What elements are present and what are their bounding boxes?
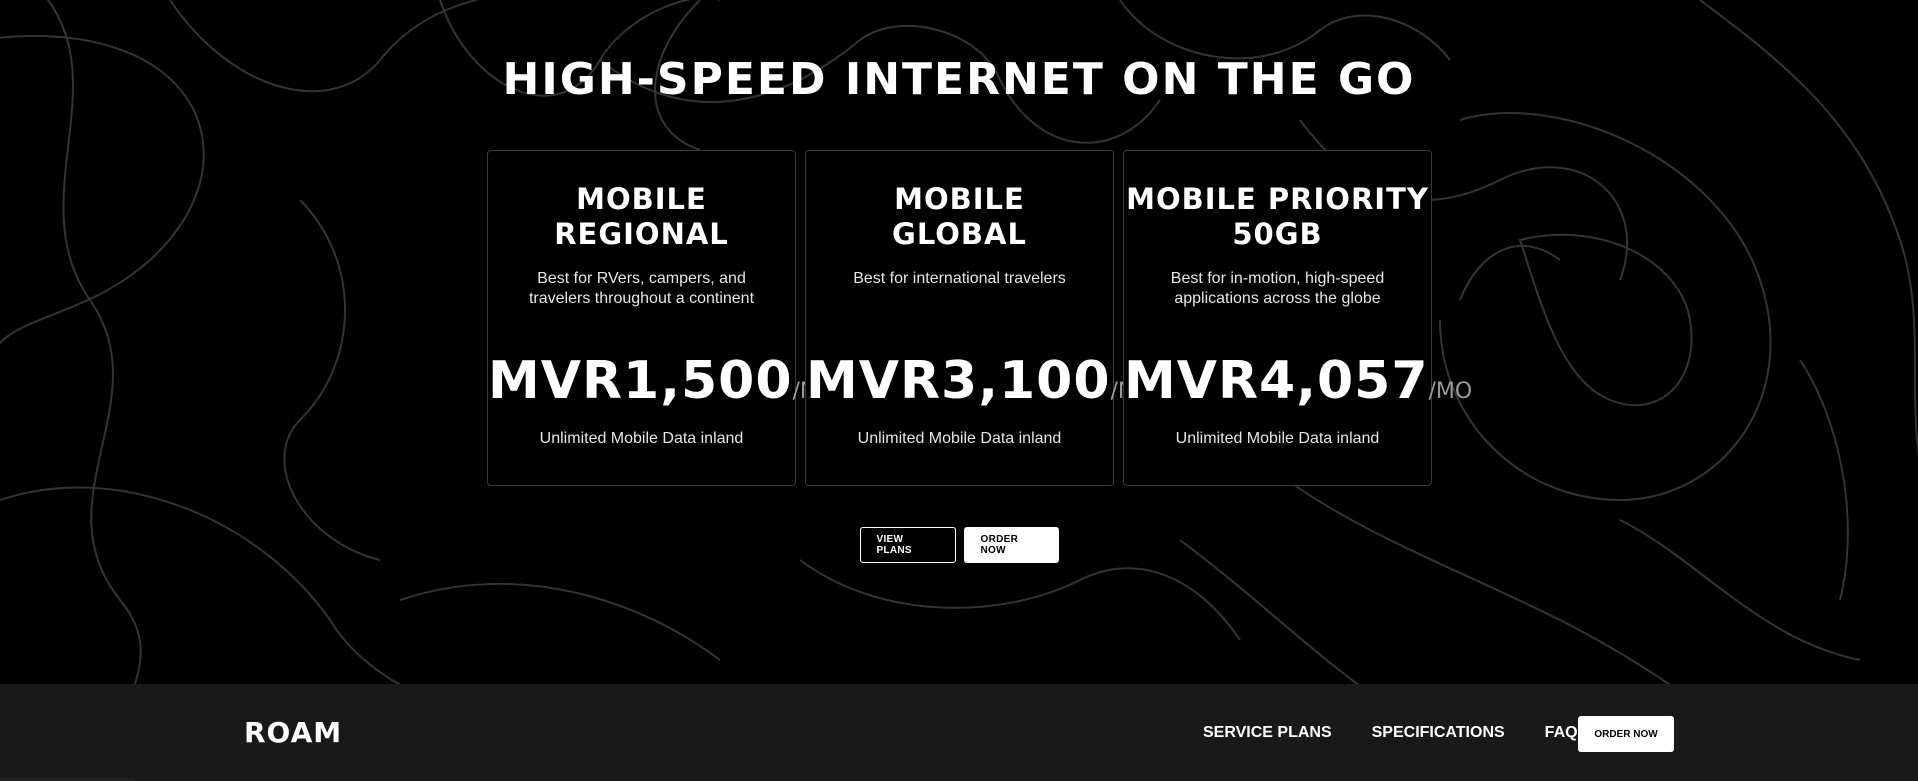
- hero-section: HIGH-SPEED INTERNET ON THE GO MOBILE REG…: [0, 0, 1918, 684]
- plan-title-line2: GLOBAL: [892, 217, 1027, 251]
- plan-card-regional: MOBILE REGIONAL Best for RVers, campers,…: [487, 150, 836, 486]
- plan-card-priority: MOBILE PRIORITY 50GB Best for in-motion,…: [1123, 150, 1472, 486]
- plan-cards: MOBILE REGIONAL Best for RVers, campers,…: [487, 150, 1472, 486]
- plan-price: MVR4,057/MO: [1124, 351, 1472, 411]
- order-now-button[interactable]: ORDER NOW: [963, 527, 1059, 563]
- plan-feature: Unlimited Mobile Data inland: [857, 430, 1062, 447]
- plan-title-line1: MOBILE: [894, 182, 1025, 216]
- nav-specifications[interactable]: SPECIFICATIONS: [1372, 724, 1505, 742]
- cta-buttons: VIEW PLANS ORDER NOW: [0, 527, 1918, 563]
- price-amount: MVR3,100: [806, 351, 1111, 411]
- price-amount: MVR1,500: [488, 351, 793, 411]
- plan-card-global: MOBILE GLOBAL Best for international tra…: [805, 150, 1154, 486]
- footer-nav-bar: ROAM SERVICE PLANS SPECIFICATIONS FAQS O…: [0, 684, 1918, 781]
- nav-service-plans[interactable]: SERVICE PLANS: [1203, 724, 1332, 742]
- roam-logo[interactable]: ROAM: [244, 716, 342, 749]
- price-amount: MVR4,057: [1124, 351, 1429, 411]
- plan-title-line1: MOBILE PRIORITY: [1126, 182, 1429, 216]
- nav-order-now-button[interactable]: ORDER NOW: [1578, 716, 1674, 752]
- view-plans-button[interactable]: VIEW PLANS: [859, 527, 956, 563]
- price-unit: /MO: [1428, 379, 1473, 404]
- plan-title-line2: 50GB: [1232, 217, 1323, 251]
- plan-title: MOBILE GLOBAL: [806, 182, 1113, 252]
- plan-price: MVR1,500/MO: [488, 351, 836, 411]
- plan-title-line2: REGIONAL: [554, 217, 729, 251]
- plan-price: MVR3,100/MO: [806, 351, 1154, 411]
- plan-feature: Unlimited Mobile Data inland: [1175, 430, 1380, 447]
- footer-nav: SERVICE PLANS SPECIFICATIONS FAQS: [1203, 724, 1588, 742]
- plan-description: Best for in-motion, high-speed applicati…: [1170, 270, 1385, 307]
- plan-title: MOBILE REGIONAL: [488, 182, 795, 252]
- plan-feature: Unlimited Mobile Data inland: [539, 430, 744, 447]
- plan-description: Best for international travelers: [853, 270, 1066, 287]
- plan-title-line1: MOBILE: [576, 182, 707, 216]
- page-headline: HIGH-SPEED INTERNET ON THE GO: [502, 54, 1416, 105]
- plan-description: Best for RVers, campers, and travelers t…: [528, 270, 755, 307]
- plan-title: MOBILE PRIORITY 50GB: [1124, 182, 1431, 252]
